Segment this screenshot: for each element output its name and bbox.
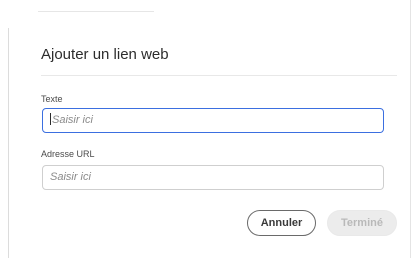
url-field-label: Adresse URL	[41, 149, 95, 159]
cancel-button[interactable]: Annuler	[247, 210, 316, 236]
done-button[interactable]: Terminé	[327, 210, 397, 236]
text-field-label: Texte	[41, 94, 63, 104]
title-divider	[41, 75, 397, 76]
url-input-placeholder: Saisir ici	[50, 171, 91, 183]
add-web-link-dialog: Ajouter un lien web Texte Saisir ici Adr…	[9, 12, 410, 258]
dialog-title: Ajouter un lien web	[41, 46, 169, 63]
text-cursor	[50, 113, 51, 126]
page: Ajouter un lien web Texte Saisir ici Adr…	[0, 0, 418, 258]
text-input[interactable]: Saisir ici	[42, 108, 384, 133]
text-input-placeholder: Saisir ici	[52, 114, 93, 126]
background-edge-right	[410, 0, 411, 258]
url-input[interactable]: Saisir ici	[42, 165, 384, 190]
